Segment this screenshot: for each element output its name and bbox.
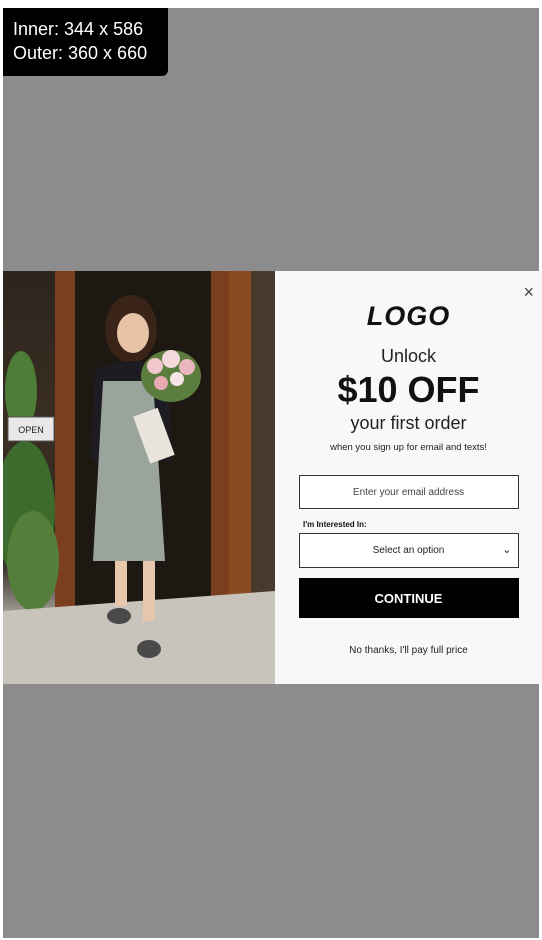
- interest-select[interactable]: Select an option ⌄: [298, 533, 519, 568]
- florist-photo: OPEN: [3, 271, 275, 684]
- inner-size-label: Inner: 344 x 586: [13, 19, 144, 39]
- signup-fine-print: when you sign up for email and texts!: [330, 442, 487, 453]
- viewport-size-badge: Inner: 344 x 586 Outer: 360 x 660: [3, 8, 168, 76]
- florist-photo-illustration: OPEN: [3, 271, 275, 684]
- offer-headline: $10 OFF: [337, 369, 480, 410]
- continue-button[interactable]: CONTINUE: [298, 578, 519, 618]
- signup-form-panel: × LOGO Unlock $10 OFF your first order w…: [275, 271, 542, 684]
- email-field[interactable]: [298, 475, 519, 509]
- outer-size-label: Outer: 360 x 660: [13, 43, 148, 63]
- offer-subheadline: your first order: [350, 413, 467, 433]
- close-icon[interactable]: ×: [523, 283, 534, 301]
- interest-select-value: Select an option: [372, 545, 445, 556]
- signup-popup: OPEN × LOGO Unlock $10 OFF your first or…: [3, 271, 542, 684]
- unlock-text: Unlock: [380, 346, 437, 366]
- brand-logo: LOGO: [366, 301, 451, 331]
- decline-link[interactable]: No thanks, I'll pay full price: [349, 645, 468, 656]
- chevron-down-icon: ⌄: [502, 544, 512, 556]
- shop-sign-text: OPEN: [18, 425, 44, 435]
- interest-label: I'm Interested In:: [303, 520, 367, 529]
